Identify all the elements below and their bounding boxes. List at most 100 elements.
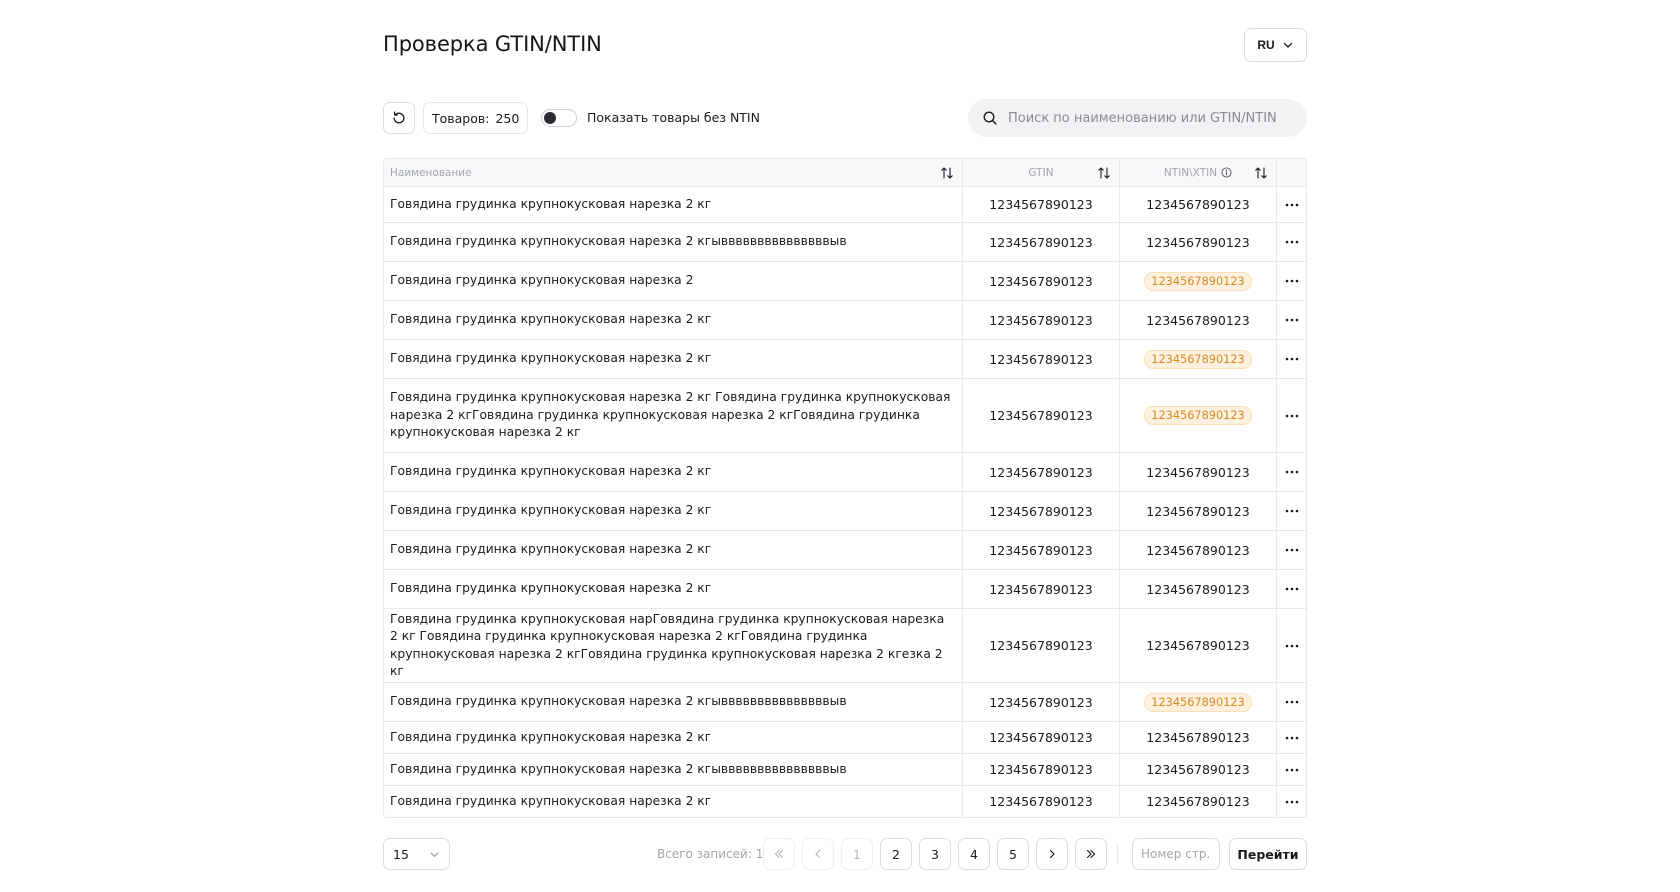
- cell-gtin: 1234567890123: [963, 683, 1120, 721]
- column-ntin-label: NTIN\XTIN: [1163, 166, 1218, 179]
- cell-gtin: 1234567890123: [963, 187, 1120, 222]
- row-actions-button[interactable]: [1277, 223, 1306, 261]
- cell-ntin: 1234567890123: [1120, 453, 1277, 491]
- cell-ntin: 1234567890123: [1120, 492, 1277, 530]
- gtin-value: 1234567890123: [989, 794, 1093, 809]
- row-actions-button[interactable]: [1277, 340, 1306, 378]
- row-actions-button[interactable]: [1277, 683, 1306, 721]
- sort-icon[interactable]: [1254, 166, 1268, 180]
- row-actions-button[interactable]: [1277, 453, 1306, 491]
- show-without-ntin-toggle[interactable]: [541, 109, 577, 127]
- ntin-value: 1234567890123: [1146, 542, 1250, 558]
- more-horizontal-icon: [1285, 357, 1298, 361]
- chevron-right-icon: [1049, 849, 1055, 859]
- ntin-warning-badge: 1234567890123: [1144, 406, 1252, 425]
- table-header: Наименование GTIN NTIN\XTIN: [384, 159, 1306, 187]
- total-records: Всего записей: 1: [657, 847, 764, 861]
- product-name: Говядина грудинка крупнокусковая нарезка…: [390, 351, 712, 366]
- gtin-value: 1234567890123: [989, 542, 1093, 558]
- more-horizontal-icon: [1285, 279, 1298, 283]
- column-header-actions: [1277, 159, 1306, 186]
- first-page-button[interactable]: [763, 838, 795, 870]
- row-actions-button[interactable]: [1277, 262, 1306, 300]
- more-horizontal-icon: [1285, 587, 1298, 591]
- more-horizontal-icon: [1285, 548, 1298, 552]
- cell-name: Говядина грудинка крупнокусковая нарезка…: [384, 262, 963, 300]
- cell-name: Говядина грудинка крупнокусковая нарезка…: [384, 531, 963, 569]
- cell-ntin: 1234567890123: [1120, 531, 1277, 569]
- go-to-page-button[interactable]: Перейти: [1229, 838, 1307, 870]
- row-actions-button[interactable]: [1277, 531, 1306, 569]
- page-button-5[interactable]: 5: [997, 838, 1029, 870]
- column-header-ntin: NTIN\XTIN: [1120, 159, 1277, 186]
- ntin-value: 1234567890123: [1146, 503, 1250, 519]
- search-icon: [983, 111, 997, 125]
- row-actions-button[interactable]: [1277, 609, 1306, 682]
- more-horizontal-icon: [1285, 736, 1298, 739]
- cell-ntin: 1234567890123: [1120, 570, 1277, 608]
- ntin-warning-badge: 1234567890123: [1144, 692, 1252, 712]
- cell-gtin: 1234567890123: [963, 262, 1120, 300]
- pagination-divider: [1117, 844, 1118, 864]
- table-row: Говядина грудинка крупнокусковая нарезка…: [384, 453, 1306, 492]
- sort-icon[interactable]: [1097, 166, 1111, 180]
- more-horizontal-icon: [1285, 768, 1298, 771]
- product-name: Говядина грудинка крупнокусковая нарезка…: [390, 464, 712, 479]
- page-button-1[interactable]: 1: [841, 838, 873, 870]
- row-actions-button[interactable]: [1277, 570, 1306, 608]
- ntin-warning-badge: 1234567890123: [1144, 349, 1252, 369]
- info-icon[interactable]: [1221, 167, 1232, 178]
- ntin-value: 1234567890123: [1146, 312, 1250, 328]
- prev-page-button[interactable]: [802, 838, 834, 870]
- more-horizontal-icon: [1285, 800, 1298, 803]
- page-button-4[interactable]: 4: [958, 838, 990, 870]
- ntin-value: 1234567890123: [1146, 581, 1250, 597]
- cell-ntin: 1234567890123: [1120, 262, 1277, 300]
- table-body: Говядина грудинка крупнокусковая нарезка…: [384, 187, 1306, 817]
- row-actions-button[interactable]: [1277, 754, 1306, 785]
- gtin-value: 1234567890123: [989, 762, 1093, 777]
- row-actions-button[interactable]: [1277, 492, 1306, 530]
- refresh-icon: [393, 111, 405, 124]
- cell-name: Говядина грудинка крупнокусковая нарезка…: [384, 786, 963, 817]
- gtin-value: 1234567890123: [989, 273, 1093, 289]
- items-count-badge: Товаров: 250: [423, 102, 529, 134]
- product-name: Говядина грудинка крупнокусковая нарезка…: [390, 542, 712, 557]
- product-name: Говядина грудинка крупнокусковая нарезка…: [390, 793, 712, 808]
- page-number-input[interactable]: [1132, 838, 1220, 870]
- gtin-value: 1234567890123: [989, 694, 1093, 710]
- gtin-value: 1234567890123: [989, 312, 1093, 328]
- chevron-down-icon: [1283, 42, 1292, 48]
- cell-ntin: 1234567890123: [1120, 301, 1277, 339]
- per-page-select[interactable]: 15: [383, 838, 450, 870]
- cell-name: Говядина грудинка крупнокусковая нарезка…: [384, 187, 963, 222]
- row-actions-button[interactable]: [1277, 786, 1306, 817]
- next-page-button[interactable]: [1036, 838, 1068, 870]
- refresh-button[interactable]: [383, 102, 415, 134]
- language-select[interactable]: RU: [1244, 28, 1307, 62]
- page: Проверка GTIN/NTIN RU Товаров: 250 Показ…: [383, 0, 1307, 892]
- row-actions-button[interactable]: [1277, 379, 1306, 452]
- table-row: Говядина грудинка крупнокусковая нарезка…: [384, 531, 1306, 570]
- cell-gtin: 1234567890123: [963, 570, 1120, 608]
- cell-name: Говядина грудинка крупнокусковая нарезка…: [384, 754, 963, 785]
- cell-name: Говядина грудинка крупнокусковая нарезка…: [384, 301, 963, 339]
- last-page-button[interactable]: [1075, 838, 1107, 870]
- row-actions-button[interactable]: [1277, 722, 1306, 753]
- cell-gtin: 1234567890123: [963, 223, 1120, 261]
- table-row: Говядина грудинка крупнокусковая нарезка…: [384, 570, 1306, 609]
- gtin-value: 1234567890123: [989, 351, 1093, 367]
- page-button-3[interactable]: 3: [919, 838, 951, 870]
- product-name: Говядина грудинка крупнокусковая нарезка…: [390, 390, 951, 440]
- row-actions-button[interactable]: [1277, 187, 1306, 222]
- product-name: Говядина грудинка крупнокусковая нарезка…: [390, 234, 847, 249]
- cell-gtin: 1234567890123: [963, 722, 1120, 753]
- search-input[interactable]: [1008, 110, 1288, 126]
- gtin-value: 1234567890123: [989, 464, 1093, 480]
- sort-icon[interactable]: [940, 166, 954, 180]
- per-page-value: 15: [393, 846, 409, 862]
- page-button-2[interactable]: 2: [880, 838, 912, 870]
- gtin-value: 1234567890123: [989, 197, 1093, 212]
- row-actions-button[interactable]: [1277, 301, 1306, 339]
- ntin-warning-badge: 1234567890123: [1144, 271, 1252, 291]
